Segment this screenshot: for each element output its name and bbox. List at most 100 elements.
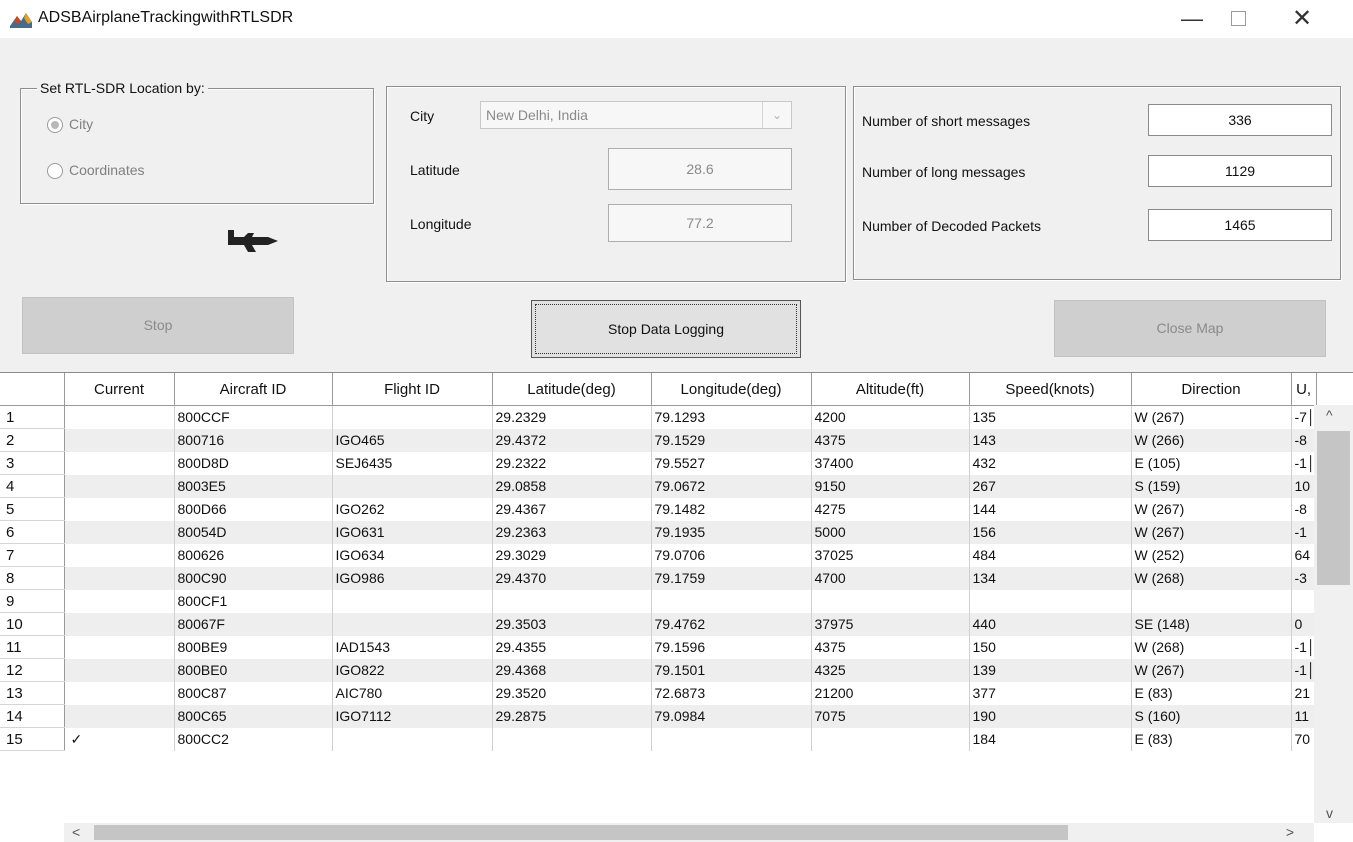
col-speed-cell[interactable]: 267 [969, 474, 1132, 498]
col-altitude-cell[interactable] [811, 589, 970, 613]
scroll-left-icon[interactable]: < [72, 823, 80, 842]
col-altitude-cell[interactable]: 9150 [811, 474, 970, 498]
col-longitude-cell[interactable]: 79.1759 [651, 566, 812, 590]
col-direction-cell[interactable]: W (267) [1131, 520, 1292, 544]
col-u-cell[interactable]: -7│ [1291, 405, 1317, 429]
table-row[interactable]: 9 800CF1 [0, 589, 1317, 613]
col-direction-cell[interactable]: SE (148) [1131, 612, 1292, 636]
col-flight-id-cell[interactable]: AIC780 [332, 681, 493, 705]
col-speed-cell[interactable]: 139 [969, 658, 1132, 682]
col-speed-cell[interactable]: 143 [969, 428, 1132, 452]
col-current-cell[interactable] [64, 497, 175, 521]
col-speed-cell[interactable] [969, 589, 1132, 613]
stop-data-logging-button[interactable]: Stop Data Logging [531, 300, 801, 358]
col-latitude-cell[interactable]: 29.4355 [492, 635, 652, 659]
col-latitude-cell[interactable] [492, 589, 652, 613]
col-speed-header[interactable]: Speed(knots) [969, 373, 1132, 406]
col-flight-id-cell[interactable]: IGO7112 [332, 704, 493, 728]
horizontal-scrollbar[interactable]: < > [64, 823, 1314, 842]
col-latitude-cell[interactable]: 29.4367 [492, 497, 652, 521]
col-latitude-cell[interactable]: 29.3520 [492, 681, 652, 705]
col-aircraft-id-header[interactable]: Aircraft ID [174, 373, 333, 406]
col-latitude-cell[interactable] [492, 727, 652, 751]
col-speed-cell[interactable]: 184 [969, 727, 1132, 751]
col-direction-cell[interactable]: W (267) [1131, 658, 1292, 682]
col-flight-id-cell[interactable] [332, 612, 493, 636]
col-u-cell[interactable]: -8 [1291, 428, 1317, 452]
col-current-cell[interactable]: ✓ [64, 727, 175, 751]
col-current-cell[interactable] [64, 612, 175, 636]
col-u-cell[interactable]: -1│ [1291, 658, 1317, 682]
col-latitude-header[interactable]: Latitude(deg) [492, 373, 652, 406]
col-current-header[interactable]: Current [64, 373, 175, 406]
col-flight-id-cell[interactable] [332, 474, 493, 498]
table-row[interactable]: 5 800D66 IGO262 29.4367 79.1482 4275 144 W (267… [0, 497, 1317, 521]
col-aircraft-id-cell[interactable]: 80067F [174, 612, 333, 636]
radio-button-icon[interactable] [47, 117, 63, 134]
col-flight-id-cell[interactable] [332, 727, 493, 751]
close-button[interactable]: ✕ [1278, 0, 1326, 38]
longitude-field[interactable]: 77.2 [608, 204, 792, 242]
col-flight-id-cell[interactable] [332, 405, 493, 429]
maximize-button[interactable] [1214, 0, 1262, 38]
col-flight-id-cell[interactable] [332, 589, 493, 613]
col-current-cell[interactable] [64, 566, 175, 590]
col-speed-cell[interactable]: 156 [969, 520, 1132, 544]
col-direction-cell[interactable]: S (159) [1131, 474, 1292, 498]
col-flight-id-cell[interactable]: IGO986 [332, 566, 493, 590]
col-longitude-cell[interactable]: 79.0672 [651, 474, 812, 498]
radio-coordinates[interactable]: Coordinates [47, 162, 145, 180]
table-row[interactable]: 7 800626 IGO634 29.3029 79.0706 37025 484 W (25… [0, 543, 1317, 567]
col-current-cell[interactable] [64, 451, 175, 475]
col-flight-id-cell[interactable]: IAD1543 [332, 635, 493, 659]
col-aircraft-id-cell[interactable]: 800C87 [174, 681, 333, 705]
col-aircraft-id-cell[interactable]: 800716 [174, 428, 333, 452]
col-altitude-cell[interactable]: 4275 [811, 497, 970, 521]
col-altitude-cell[interactable]: 7075 [811, 704, 970, 728]
col-latitude-cell[interactable]: 29.2875 [492, 704, 652, 728]
col-altitude-cell[interactable]: 4700 [811, 566, 970, 590]
col-direction-cell[interactable] [1131, 589, 1292, 613]
col-speed-cell[interactable]: 484 [969, 543, 1132, 567]
col-longitude-cell[interactable]: 72.6873 [651, 681, 812, 705]
col-speed-cell[interactable]: 190 [969, 704, 1132, 728]
table-row[interactable]: 2 800716 IGO465 29.4372 79.1529 4375 143 W (266… [0, 428, 1317, 452]
col-direction-cell[interactable]: E (83) [1131, 727, 1292, 751]
col-u-cell[interactable]: -3 [1291, 566, 1317, 590]
col-u-cell[interactable]: 70 [1291, 727, 1317, 751]
col-aircraft-id-cell[interactable]: 800626 [174, 543, 333, 567]
scroll-up-icon[interactable]: ^ [1326, 407, 1333, 423]
col-current-cell[interactable] [64, 589, 175, 613]
city-dropdown[interactable]: New Delhi, India ⌄ [480, 101, 792, 129]
table-row[interactable]: 11 800BE9 IAD1543 29.4355 79.1596 4375 150 W (2… [0, 635, 1317, 659]
col-speed-cell[interactable]: 150 [969, 635, 1132, 659]
col-latitude-cell[interactable]: 29.4370 [492, 566, 652, 590]
col-current-cell[interactable] [64, 635, 175, 659]
table-row[interactable]: 8 800C90 IGO986 29.4370 79.1759 4700 134 W (268… [0, 566, 1317, 590]
col-direction-cell[interactable]: W (266) [1131, 428, 1292, 452]
col-latitude-cell[interactable]: 29.2322 [492, 451, 652, 475]
vertical-scrollbar[interactable]: ^ v [1314, 405, 1353, 823]
col-longitude-cell[interactable]: 79.1935 [651, 520, 812, 544]
col-flight-id-cell[interactable]: IGO631 [332, 520, 493, 544]
col-direction-cell[interactable]: E (83) [1131, 681, 1292, 705]
col-speed-cell[interactable]: 135 [969, 405, 1132, 429]
col-longitude-cell[interactable] [651, 727, 812, 751]
col-altitude-cell[interactable]: 4325 [811, 658, 970, 682]
col-aircraft-id-cell[interactable]: 800CC2 [174, 727, 333, 751]
col-longitude-header[interactable]: Longitude(deg) [651, 373, 812, 406]
col-aircraft-id-cell[interactable]: 800CCF [174, 405, 333, 429]
col-current-cell[interactable] [64, 520, 175, 544]
col-longitude-cell[interactable]: 79.0706 [651, 543, 812, 567]
table-row[interactable]: 10 80067F 29.3503 79.4762 37975 440 SE (148) 0 [0, 612, 1317, 636]
col-latitude-cell[interactable]: 29.2329 [492, 405, 652, 429]
col-current-cell[interactable] [64, 658, 175, 682]
col-u-cell[interactable]: 64 [1291, 543, 1317, 567]
col-speed-cell[interactable]: 432 [969, 451, 1132, 475]
col-aircraft-id-cell[interactable]: 800D8D [174, 451, 333, 475]
col-u-cell[interactable] [1291, 589, 1317, 613]
col-u-cell[interactable]: -8 [1291, 497, 1317, 521]
col-longitude-cell[interactable]: 79.1596 [651, 635, 812, 659]
col-flight-id-cell[interactable]: IGO822 [332, 658, 493, 682]
minimize-button[interactable]: — [1168, 0, 1216, 38]
